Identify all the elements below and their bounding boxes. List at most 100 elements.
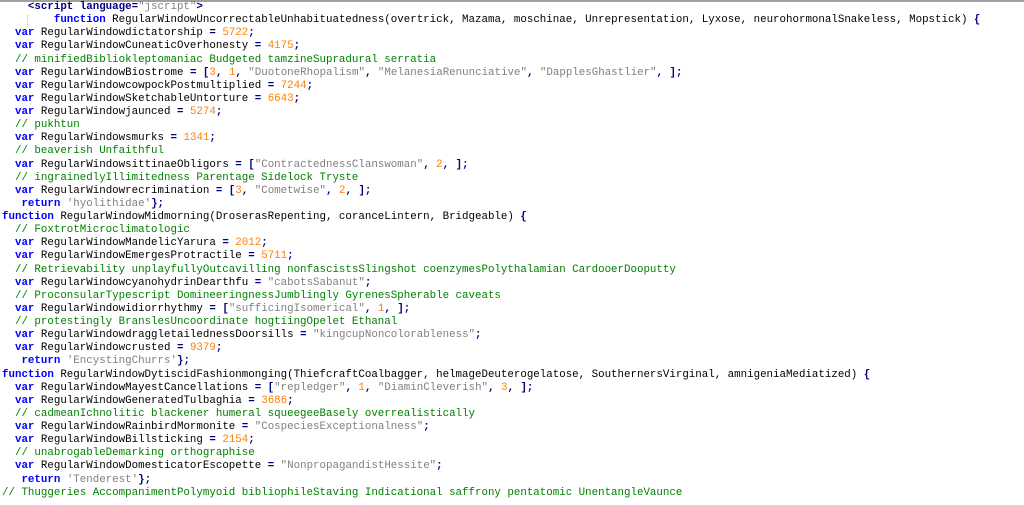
code-line[interactable]: var RegularWindowBiostrome = [3, 1, "Duo… [2,67,1024,80]
code-token-string: 'EncystingChurrs' [66,355,177,368]
code-token-operator: , [364,66,378,79]
code-token-operator: ; [423,421,430,433]
code-token-number: 6643 [267,92,294,105]
code-token-comment: // pukhtun [2,119,80,132]
code-editor[interactable]: <script language="jscript"> function Reg… [2,1,1024,500]
code-line[interactable]: var RegularWindowDomesticatorEscopette =… [2,460,1024,473]
code-token-identifier: RegularWindowcowpockPostmultiplied [34,79,268,92]
code-token-identifier: RegularWindowidiorrhythmy [34,302,210,315]
code-line[interactable]: var RegularWindowcrusted = 9379; [2,342,1024,355]
code-line[interactable]: var RegularWindowSketchableUntorture = 6… [2,93,1024,106]
code-token-comment: // Retrievability unplayfullyOutcavillin… [2,263,676,276]
code-token-keyword: var [14,66,35,79]
code-token-identifier [2,355,21,367]
code-token-identifier [2,250,15,262]
code-token-keyword: function [2,368,54,381]
code-token-operator: ; [287,394,294,407]
code-token-operator: , [326,184,339,197]
code-token-identifier: RegularWindowUncorrectableUnhabituatedne… [105,14,974,27]
code-token-identifier [2,27,15,39]
code-token-identifier: RegularWindowSketchableUntorture [34,92,255,105]
code-token-identifier: RegularWindowdraggletailednessDoorsills [34,329,301,342]
code-token-operator: ; [248,27,255,40]
code-token-comment: // FoxtrotMicroclimatologic [2,224,190,237]
code-token-operator: }; [176,355,190,368]
code-line[interactable]: var RegularWindowcyanohydrinDearthfu = "… [2,277,1024,290]
code-token-keyword: var [14,40,35,53]
code-token-operator: , ]; [656,66,683,79]
code-token-keyword: var [14,132,35,145]
code-token-identifier: RegularWindowDytiscidFashionmonging(Thie… [53,368,864,381]
code-line[interactable]: var RegularWindowsmurks = 1341; [2,132,1024,145]
code-line[interactable]: var RegularWindowMandelicYarura = 2012; [2,237,1024,250]
code-token-operator: = [241,421,255,433]
code-line[interactable]: function RegularWindowUncorrectableUnhab… [2,14,1024,27]
code-line[interactable]: var RegularWindowMayestCancellations = [… [2,382,1024,395]
code-line[interactable]: var RegularWindowrecrimination = [3, "Co… [2,185,1024,198]
code-token-string: "jscript" [138,1,197,13]
code-line[interactable]: // ingrainedlyIllimitedness Parentage Si… [2,172,1024,185]
code-line[interactable]: // Retrievability unplayfullyOutcavillin… [2,264,1024,277]
code-token-identifier [2,80,15,92]
code-token-operator: ; [306,79,314,92]
code-line[interactable]: return 'hyolithidae'}; [2,198,1024,211]
code-line[interactable]: var RegularWindowcowpockPostmultiplied =… [2,80,1024,93]
code-line[interactable]: // pukhtun [2,119,1024,132]
code-token-operator: ; [436,460,443,473]
code-line[interactable]: // cadmeanIchnolitic blackener humeral s… [2,408,1024,421]
code-line[interactable]: <script language="jscript"> [2,1,1024,14]
code-token-string: "kingcupNoncolorableness" [313,329,476,342]
code-token-number: 5722 [222,27,249,40]
code-token-keyword: var [14,434,35,447]
code-line[interactable]: var RegularWindowdictatorship = 5722; [2,27,1024,40]
code-token-identifier [2,106,15,118]
code-token-operator: { [973,14,981,27]
code-line[interactable]: var RegularWindowBillsticking = 2154; [2,434,1024,447]
code-token-operator: = [254,40,268,53]
code-line[interactable]: // minifiedBibliokleptomaniac Budgeted t… [2,54,1024,67]
code-line[interactable]: var RegularWindowRainbirdMormonite = "Co… [2,421,1024,434]
code-token-comment: // cadmeanIchnolitic blackener humeral s… [2,407,475,420]
code-token-operator: = [254,92,268,105]
code-line[interactable]: // FoxtrotMicroclimatologic [2,224,1024,237]
code-line[interactable]: function RegularWindowDytiscidFashionmon… [2,369,1024,382]
code-token-operator: = [ [254,381,275,394]
code-token-keyword: var [14,184,35,197]
code-token-operator: <script language= [2,1,139,13]
code-line[interactable]: // protestingly BranslesUncoordinate hog… [2,316,1024,329]
code-token-operator: , [235,66,249,79]
code-token-keyword: function [53,14,106,27]
code-line[interactable]: var RegularWindowjaunced = 5274; [2,106,1024,119]
code-line[interactable]: function RegularWindowMidmorning(Drosera… [2,211,1024,224]
code-line[interactable]: // Thuggeries AccompanimentPolymyoid bib… [2,487,1024,500]
code-token-comment: // minifiedBibliokleptomaniac Budgeted t… [2,53,437,66]
code-token-operator: , [364,381,378,394]
code-token-keyword: var [14,237,35,250]
code-line[interactable]: // unabrogableDemarking orthographise [2,447,1024,460]
code-token-operator: ; [293,92,301,105]
code-token-string: "DuotoneRhopalism" [248,66,365,79]
code-line[interactable]: var RegularWindowEmergesProtractile = 57… [2,250,1024,263]
code-line[interactable]: var RegularWindowGeneratedTulbaghia = 36… [2,395,1024,408]
code-token-keyword: return [21,355,61,368]
code-line[interactable]: var RegularWindowdraggletailednessDoorsi… [2,329,1024,342]
code-token-number: 1341 [183,132,210,145]
code-token-identifier [2,132,15,144]
code-token-string: "repledger" [274,381,346,394]
code-line[interactable]: return 'Tenderest'}; [2,474,1024,487]
code-token-identifier [2,185,15,197]
code-token-identifier [2,198,21,210]
code-token-keyword: var [14,79,35,92]
code-token-string: "NonpropagandistHessite" [280,460,437,473]
code-line[interactable]: var RegularWindowidiorrhythmy = ["suffic… [2,303,1024,316]
code-line[interactable]: // beaverish Unfaithful [2,145,1024,158]
code-token-operator: , [215,66,229,79]
code-token-number: 5711 [261,250,288,263]
code-line[interactable]: var RegularWindowCuneaticOverhonesty = 4… [2,40,1024,53]
code-token-identifier: RegularWindowjaunced [34,106,177,118]
code-token-keyword: var [14,329,35,342]
code-line[interactable]: // ProconsularTypescript Domineeringness… [2,290,1024,303]
code-token-keyword: function [2,211,54,223]
code-line[interactable]: return 'EncystingChurrs'}; [2,355,1024,368]
code-line[interactable]: var RegularWindowsittinaeObligors = ["Co… [2,159,1024,172]
